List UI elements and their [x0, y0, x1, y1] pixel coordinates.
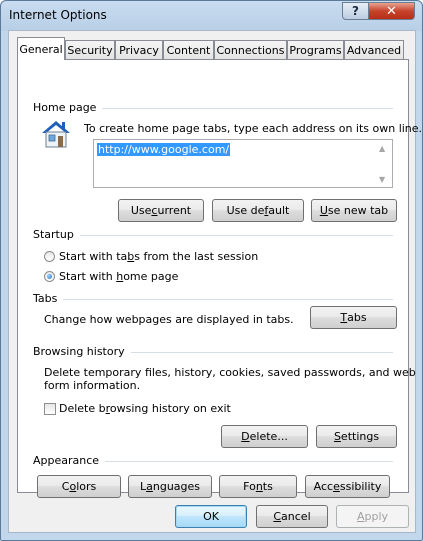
tab-security[interactable]: Security	[65, 40, 115, 59]
title-bar[interactable]: Internet Options ? ✕	[1, 1, 422, 29]
home-page-heading: Home page	[33, 101, 103, 114]
window-title: Internet Options	[9, 8, 107, 22]
scroll-down-icon[interactable]: ▼	[379, 175, 385, 184]
home-page-description: To create home page tabs, type each addr…	[84, 122, 423, 135]
home-page-group-header: Home page	[33, 101, 393, 115]
colors-button[interactable]: Co lors	[37, 475, 121, 498]
tab-connections[interactable]: Connections	[214, 40, 287, 59]
startup-group-header: Startup	[33, 228, 393, 242]
dialog-body: General Security Privacy Content Connect…	[8, 30, 422, 533]
tab-programs[interactable]: Programs	[287, 40, 344, 59]
languages-button[interactable]: La nguages	[128, 475, 212, 498]
general-tab-panel: Home page To create home page tabs, type…	[17, 59, 422, 498]
tabs-heading: Tabs	[33, 292, 64, 305]
use-current-button[interactable]: Use c urrent	[118, 199, 204, 222]
history-settings-button[interactable]: Settings	[316, 425, 397, 448]
delete-history-on-exit-label[interactable]: Delete browsing history on exit	[59, 402, 231, 415]
startup-heading: Startup	[33, 228, 80, 241]
tabs-group-header: Tabs	[33, 292, 393, 306]
scroll-up-icon[interactable]: ▲	[379, 144, 385, 153]
appearance-heading: Appearance	[33, 454, 106, 467]
delete-history-button[interactable]: Delete...	[221, 425, 308, 448]
tab-content[interactable]: Content	[163, 40, 214, 59]
delete-history-on-exit-checkbox[interactable]	[44, 403, 56, 415]
use-new-tab-button[interactable]: Use new tab	[311, 199, 397, 222]
apply-button[interactable]: Apply	[336, 505, 409, 528]
tab-general[interactable]: General	[17, 37, 65, 60]
home-page-url-value: http://www.google.com/	[97, 143, 231, 156]
history-description-line1: Delete temporary files, history, cookies…	[44, 366, 416, 379]
tab-advanced[interactable]: Advanced	[344, 40, 404, 59]
cancel-button[interactable]: Cancel	[256, 505, 328, 528]
url-scrollbar[interactable]: ▲ ▼	[375, 140, 392, 187]
home-page-url-textarea[interactable]: http://www.google.com/ ▲ ▼	[93, 139, 393, 188]
fonts-button[interactable]: Fo n ts	[219, 475, 297, 498]
help-button[interactable]: ?	[342, 2, 369, 20]
close-button[interactable]: ✕	[368, 2, 415, 20]
browsing-history-heading: Browsing history	[33, 345, 131, 358]
history-description-line2: form information.	[44, 379, 141, 392]
tabs-description: Change how webpages are displayed in tab…	[44, 313, 294, 326]
internet-options-window: Internet Options ? ✕ General Security Pr…	[0, 0, 423, 541]
browsing-history-group-header: Browsing history	[33, 345, 393, 359]
startup-home-page-radio[interactable]	[44, 271, 55, 282]
tab-privacy[interactable]: Privacy	[115, 40, 163, 59]
startup-last-session-radio[interactable]	[44, 251, 55, 262]
house-icon	[39, 117, 73, 151]
startup-home-page-label[interactable]: Start with home page	[59, 270, 178, 283]
use-default-button[interactable]: Use de f ault	[212, 199, 304, 222]
startup-last-session-label[interactable]: Start with tabs from the last session	[59, 250, 258, 263]
appearance-group-header: Appearance	[33, 454, 393, 468]
tabs-settings-button[interactable]: Tabs	[310, 306, 397, 329]
ok-button[interactable]: OK	[175, 505, 247, 528]
accessibility-button[interactable]: Acc e ssibility	[305, 475, 390, 498]
